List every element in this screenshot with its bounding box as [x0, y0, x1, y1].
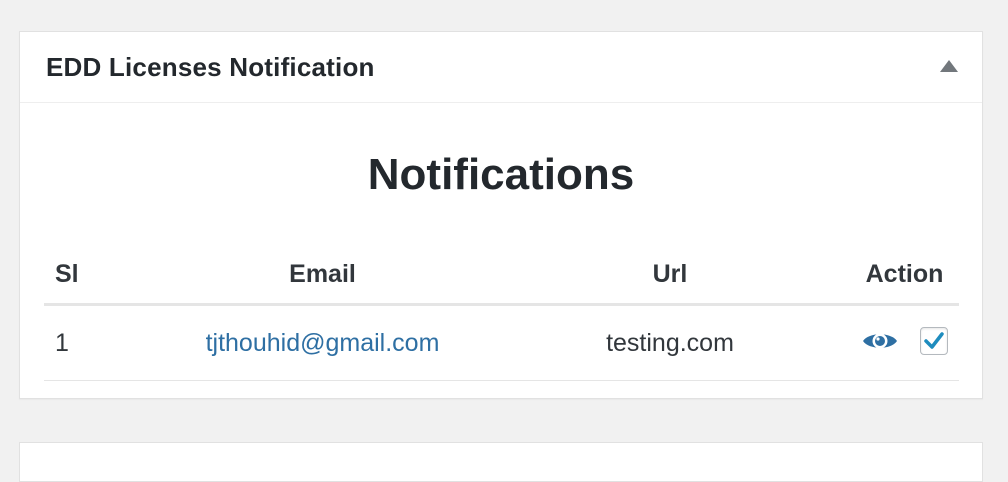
column-header-sl: Sl [44, 249, 155, 306]
mark-read-checkbox[interactable] [919, 326, 948, 355]
row-action-cell [850, 304, 959, 381]
panel-title: EDD Licenses Notification [46, 51, 375, 82]
panel-header: EDD Licenses Notification [20, 32, 982, 103]
row-url: testing.com [490, 304, 850, 381]
notifications-table: Sl Email Url Action 1 tjthouhid@gmail.co… [44, 249, 959, 381]
notification-panel: EDD Licenses Notification Notifications … [19, 31, 983, 399]
section-title: Notifications [367, 150, 635, 199]
row-sl: 1 [44, 304, 155, 381]
collapse-toggle-icon[interactable] [940, 60, 958, 72]
column-header-action: Action [850, 249, 959, 306]
next-panel [19, 442, 983, 482]
row-email-cell: tjthouhid@gmail.com [155, 304, 490, 381]
table-row: 1 tjthouhid@gmail.com testing.com [44, 304, 959, 381]
column-header-url: Url [490, 249, 850, 306]
column-header-email: Email [155, 249, 490, 306]
table-header-row: Sl Email Url Action [44, 249, 959, 306]
row-email-link[interactable]: tjthouhid@gmail.com [206, 329, 440, 357]
checkmark-icon [923, 331, 944, 349]
view-eye-icon[interactable] [862, 329, 898, 353]
